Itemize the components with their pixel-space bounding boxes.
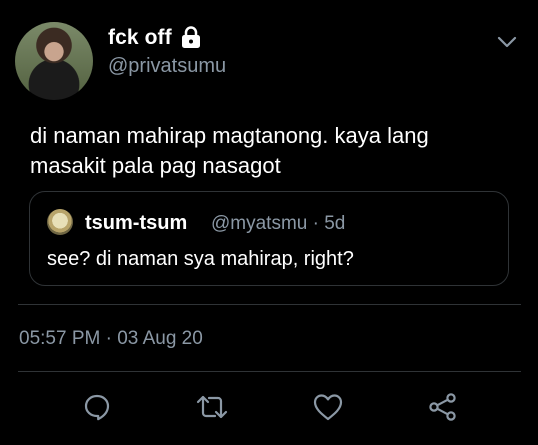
heart-icon [312,392,344,422]
retweet-icon [195,392,229,422]
avatar[interactable] [15,22,93,100]
retweet-button[interactable] [195,390,229,424]
quote-display-name[interactable]: tsum-tsum [85,212,187,235]
timestamp[interactable]: 05:57 PM · 03 Aug 20 [19,328,203,350]
quote-avatar[interactable] [47,209,73,235]
like-button[interactable] [311,390,345,424]
handle[interactable]: @privatsumu [108,55,226,78]
quote-handle-time[interactable]: @myatsmu · 5d [211,213,345,235]
divider [18,304,521,305]
reply-button[interactable] [80,390,114,424]
share-icon [427,391,459,423]
quote-tweet[interactable]: tsum-tsum @myatsmu · 5d see? di naman sy… [29,191,509,286]
quote-text: see? di naman sya mahirap, right? [47,248,354,270]
chevron-down-icon[interactable] [496,31,518,53]
lock-icon [179,25,203,49]
reply-icon [82,392,112,422]
tweet-text: di naman mahirap magtanong. kaya lang ma… [30,123,429,178]
divider [18,371,521,372]
share-button[interactable] [426,390,460,424]
display-name[interactable]: fck off [108,26,172,50]
